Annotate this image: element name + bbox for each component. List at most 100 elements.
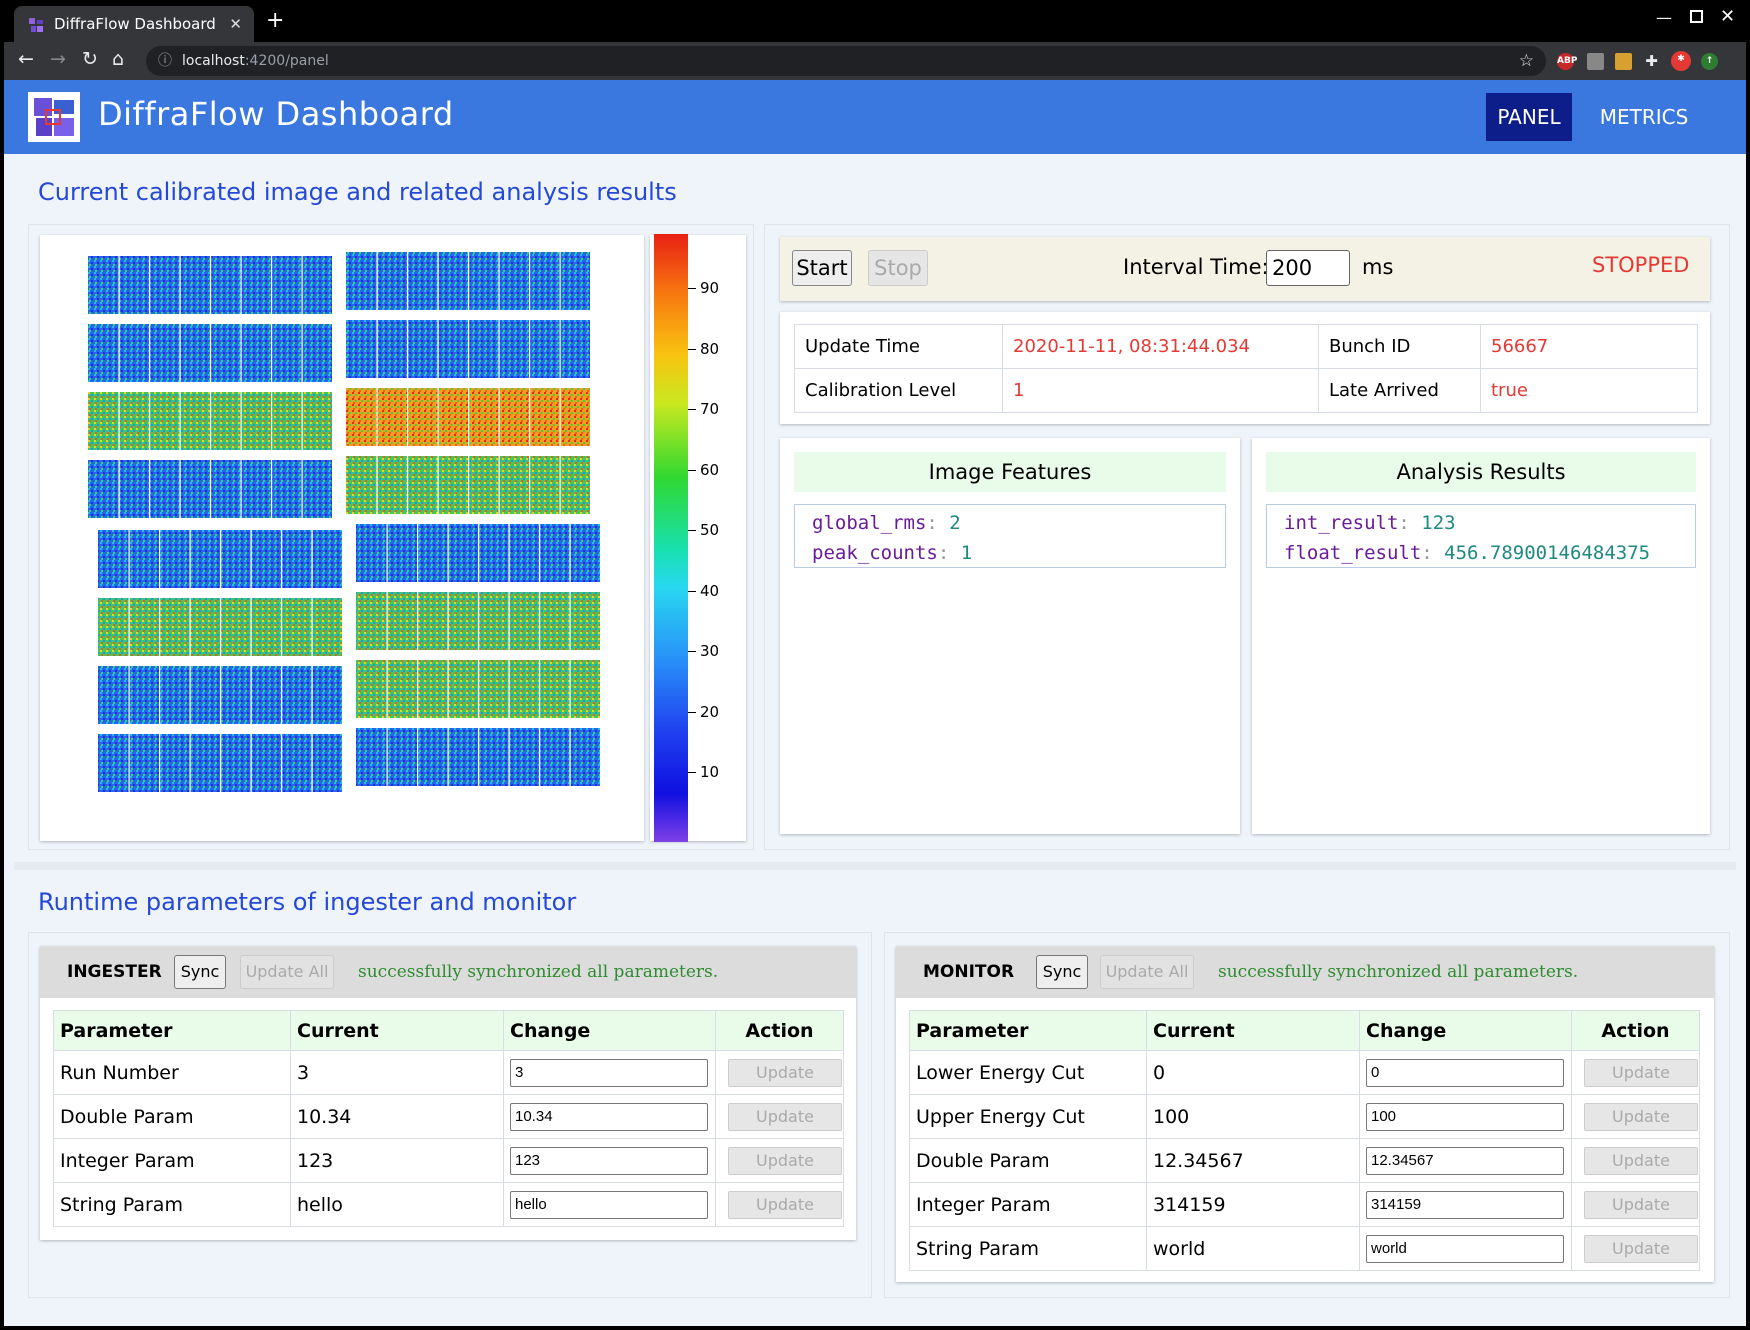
param-change-input[interactable]: [510, 1058, 708, 1087]
param-update-button[interactable]: Update: [1584, 1102, 1698, 1131]
forward-icon[interactable]: →: [50, 48, 66, 70]
module-gap: [250, 734, 252, 792]
param-change-input[interactable]: [1366, 1190, 1564, 1219]
url-bar[interactable]: ⓘ localhost:4200/panel ☆: [146, 46, 1546, 76]
table-row: Integer Param314159 Update: [909, 1182, 1700, 1227]
new-tab-icon[interactable]: +: [266, 8, 284, 33]
ingester-update-all-button[interactable]: Update All: [240, 955, 334, 989]
bookmark-star-icon[interactable]: ☆: [1519, 46, 1534, 76]
module-gap: [179, 256, 181, 314]
module-gap: [240, 256, 242, 314]
param-update-button[interactable]: Update: [728, 1146, 842, 1175]
param-action-cell: Update: [715, 1094, 844, 1139]
module-gap: [478, 728, 480, 786]
module-gap: [281, 598, 283, 656]
module-gap: [559, 456, 561, 514]
tab-title: DiffraFlow Dashboard: [54, 15, 216, 33]
param-name: String Param: [53, 1182, 291, 1227]
nav-metrics-link[interactable]: METRICS: [1594, 93, 1694, 141]
param-change-cell: [503, 1050, 716, 1095]
module-gap: [301, 324, 303, 382]
colorbar-tick-label: 50: [700, 521, 720, 539]
tab-strip: DiffraFlow Dashboard ✕ + — ✕: [4, 0, 1746, 42]
adblock-icon[interactable]: ABP: [1557, 53, 1577, 70]
param-change-input[interactable]: [510, 1102, 708, 1131]
maximize-icon[interactable]: [1690, 10, 1703, 23]
param-update-button[interactable]: Update: [728, 1190, 842, 1219]
module-gap: [149, 324, 151, 382]
analysis-results-title: Analysis Results: [1266, 452, 1696, 492]
col-change: Change: [1359, 1010, 1572, 1051]
image-features-json: global_rms: 2 peak_counts: 1: [794, 504, 1226, 568]
module-gap: [447, 660, 449, 718]
param-update-button[interactable]: Update: [1584, 1190, 1698, 1219]
feature-key: peak_counts: [812, 542, 938, 564]
mail-extension-icon[interactable]: [1587, 53, 1604, 70]
param-change-input[interactable]: [1366, 1234, 1564, 1263]
minimize-icon[interactable]: —: [1656, 8, 1672, 27]
site-info-icon[interactable]: ⓘ: [158, 46, 172, 76]
param-update-button[interactable]: Update: [1584, 1058, 1698, 1087]
param-update-button[interactable]: Update: [728, 1102, 842, 1131]
module-gap: [417, 524, 419, 582]
table-row: Double Param10.34 Update: [53, 1094, 844, 1139]
bunch-id-value: 56667: [1480, 324, 1698, 369]
colorbar-tick: [688, 469, 696, 471]
profile-avatar[interactable]: ✱: [1671, 51, 1691, 71]
param-update-button[interactable]: Update: [1584, 1146, 1698, 1175]
update-icon[interactable]: ↑: [1701, 53, 1718, 70]
param-change-input[interactable]: [1366, 1146, 1564, 1175]
module-gap: [210, 460, 212, 518]
start-button[interactable]: Start: [792, 250, 852, 286]
param-action-cell: Update: [1571, 1094, 1700, 1139]
module-gap: [179, 324, 181, 382]
module-gap: [468, 320, 470, 378]
module-gap: [301, 256, 303, 314]
param-change-input[interactable]: [1366, 1058, 1564, 1087]
param-update-button[interactable]: Update: [1584, 1234, 1698, 1263]
image-features-title: Image Features: [794, 452, 1226, 492]
app-logo: [28, 92, 80, 142]
ingester-sync-button[interactable]: Sync: [174, 955, 226, 989]
section-image-title: Current calibrated image and related ana…: [38, 178, 677, 206]
module-gap: [437, 252, 439, 310]
module-gap: [559, 388, 561, 446]
module-gap: [559, 320, 561, 378]
puzzle-extensions-icon[interactable]: ✚: [1643, 53, 1660, 70]
param-change-input[interactable]: [510, 1190, 708, 1219]
notes-extension-icon[interactable]: [1615, 53, 1632, 70]
colorbar-tick-label: 90: [700, 279, 720, 297]
col-parameter: Parameter: [53, 1010, 291, 1051]
colorbar-tick: [688, 711, 696, 713]
stop-button[interactable]: Stop: [868, 250, 928, 286]
reload-icon[interactable]: ↻: [82, 48, 98, 70]
module-gap: [128, 530, 130, 588]
browser-tab[interactable]: DiffraFlow Dashboard ✕: [14, 6, 254, 42]
module-gap: [386, 728, 388, 786]
param-change-cell: [503, 1182, 716, 1227]
module-gap: [569, 592, 571, 650]
module-gap: [529, 456, 531, 514]
tab-close-icon[interactable]: ✕: [229, 6, 242, 42]
home-icon[interactable]: ⌂: [112, 48, 124, 70]
back-icon[interactable]: ←: [18, 48, 34, 70]
monitor-sync-button[interactable]: Sync: [1036, 955, 1088, 989]
param-update-button[interactable]: Update: [728, 1058, 842, 1087]
param-change-input[interactable]: [1366, 1102, 1564, 1131]
monitor-update-all-button[interactable]: Update All: [1100, 955, 1194, 989]
module-gap: [447, 524, 449, 582]
nav-panel-link[interactable]: PANEL: [1486, 93, 1572, 141]
app-title: DiffraFlow Dashboard: [98, 95, 454, 133]
close-window-icon[interactable]: ✕: [1720, 6, 1735, 27]
module-gap: [478, 592, 480, 650]
module-gap: [159, 598, 161, 656]
module-gap: [508, 592, 510, 650]
col-parameter: Parameter: [909, 1010, 1147, 1051]
param-current: 3: [290, 1050, 504, 1095]
monitor-name: MONITOR: [923, 962, 1015, 982]
table-row: Upper Energy Cut100 Update: [909, 1094, 1700, 1139]
param-change-input[interactable]: [510, 1146, 708, 1175]
module-gap: [569, 728, 571, 786]
module-gap: [159, 666, 161, 724]
interval-input[interactable]: [1266, 250, 1350, 286]
